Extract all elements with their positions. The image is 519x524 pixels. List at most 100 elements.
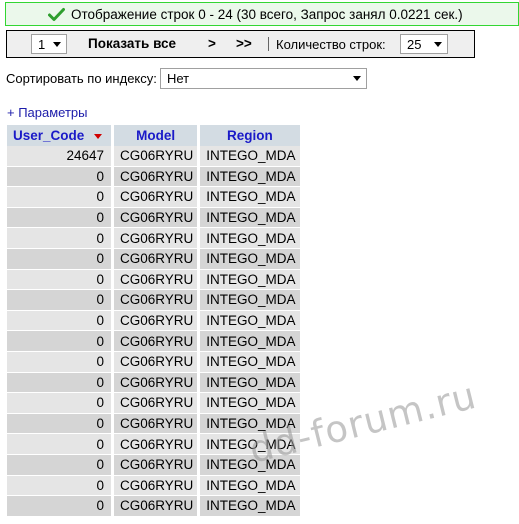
row-count-value: 25: [407, 36, 422, 52]
last-page-button[interactable]: >>: [236, 36, 252, 51]
table-row[interactable]: 0 CG06RYRU INTEGO_MDA: [7, 248, 300, 270]
column-header-region[interactable]: Region: [200, 125, 300, 146]
table-row[interactable]: 0 CG06RYRU INTEGO_MDA: [7, 290, 300, 311]
cell-model: CG06RYRU: [114, 290, 201, 311]
cell-model: CG06RYRU: [114, 413, 201, 435]
cell-user-code: 0: [7, 393, 114, 414]
status-message: Отображение строк 0 - 24 (30 всего, Запр…: [71, 6, 463, 22]
cell-region: INTEGO_MDA: [200, 310, 300, 332]
cell-model: CG06RYRU: [114, 248, 201, 270]
results-table: User_Code Model Region 24647 CG06RYRU INTE…: [7, 125, 300, 517]
table-row[interactable]: 0 CG06RYRU INTEGO_MDA: [7, 413, 300, 435]
parameters-link[interactable]: + Параметры: [7, 105, 88, 120]
cell-model: CG06RYRU: [114, 228, 201, 249]
cell-model: CG06RYRU: [114, 331, 201, 352]
cell-region: INTEGO_MDA: [200, 413, 300, 435]
cell-region: INTEGO_MDA: [200, 290, 300, 311]
cell-user-code: 0: [7, 310, 114, 332]
status-bar: Отображение строк 0 - 24 (30 всего, Запр…: [5, 2, 519, 26]
cell-user-code: 0: [7, 331, 114, 352]
column-header-model[interactable]: Model: [114, 125, 201, 146]
navigation-bar: 1 Показать все > >> Количество строк: 25: [6, 30, 475, 58]
cell-user-code: 0: [7, 248, 114, 270]
cell-model: CG06RYRU: [114, 269, 201, 291]
cell-model: CG06RYRU: [114, 187, 201, 208]
row-count-select[interactable]: 25: [400, 34, 448, 54]
cell-user-code: 0: [7, 228, 114, 249]
cell-model: CG06RYRU: [114, 351, 201, 373]
table-row[interactable]: 0 CG06RYRU INTEGO_MDA: [7, 475, 300, 497]
cell-user-code: 0: [7, 475, 114, 497]
cell-user-code: 0: [7, 351, 114, 373]
sort-index-value: Нет: [167, 71, 190, 86]
table-row[interactable]: 0 CG06RYRU INTEGO_MDA: [7, 166, 300, 188]
cell-region: INTEGO_MDA: [200, 187, 300, 208]
cell-region: INTEGO_MDA: [200, 496, 300, 517]
cell-user-code: 0: [7, 290, 114, 311]
cell-region: INTEGO_MDA: [200, 351, 300, 373]
cell-user-code: 24647: [7, 146, 114, 167]
next-page-button[interactable]: >: [208, 36, 216, 51]
cell-region: INTEGO_MDA: [200, 454, 300, 476]
cell-region: INTEGO_MDA: [200, 166, 300, 188]
table-row[interactable]: 0 CG06RYRU INTEGO_MDA: [7, 310, 300, 332]
sort-desc-icon: [94, 133, 103, 139]
cell-model: CG06RYRU: [114, 310, 201, 332]
divider: [268, 37, 269, 51]
cell-region: INTEGO_MDA: [200, 207, 300, 229]
table-row[interactable]: 0 CG06RYRU INTEGO_MDA: [7, 496, 300, 517]
table-row[interactable]: 0 CG06RYRU INTEGO_MDA: [7, 269, 300, 291]
cell-region: INTEGO_MDA: [200, 434, 300, 455]
table-row[interactable]: 0 CG06RYRU INTEGO_MDA: [7, 434, 300, 455]
page-select-value: 1: [38, 36, 46, 52]
check-icon: [48, 8, 65, 21]
cell-model: CG06RYRU: [114, 393, 201, 414]
cell-user-code: 0: [7, 187, 114, 208]
cell-model: CG06RYRU: [114, 454, 201, 476]
cell-user-code: 0: [7, 372, 114, 394]
table-row[interactable]: 0 CG06RYRU INTEGO_MDA: [7, 454, 300, 476]
cell-region: INTEGO_MDA: [200, 269, 300, 291]
cell-user-code: 0: [7, 269, 114, 291]
chevron-down-icon: [53, 42, 61, 47]
page-select[interactable]: 1: [31, 34, 67, 54]
cell-user-code: 0: [7, 496, 114, 517]
table-row[interactable]: 0 CG06RYRU INTEGO_MDA: [7, 351, 300, 373]
cell-user-code: 0: [7, 413, 114, 435]
viewport: Отображение строк 0 - 24 (30 всего, Запр…: [0, 0, 519, 524]
table-row[interactable]: 0 CG06RYRU INTEGO_MDA: [7, 187, 300, 208]
table-row[interactable]: 0 CG06RYRU INTEGO_MDA: [7, 393, 300, 414]
table-row[interactable]: 0 CG06RYRU INTEGO_MDA: [7, 331, 300, 352]
cell-region: INTEGO_MDA: [200, 146, 300, 167]
table-row[interactable]: 0 CG06RYRU INTEGO_MDA: [7, 372, 300, 394]
cell-model: CG06RYRU: [114, 475, 201, 497]
cell-model: CG06RYRU: [114, 434, 201, 455]
column-header-label: User_Code: [13, 128, 85, 143]
cell-user-code: 0: [7, 434, 114, 455]
cell-region: INTEGO_MDA: [200, 475, 300, 497]
cell-region: INTEGO_MDA: [200, 248, 300, 270]
table-row[interactable]: 24647 CG06RYRU INTEGO_MDA: [7, 146, 300, 167]
column-header-user-code[interactable]: User_Code: [7, 125, 114, 146]
show-all-button[interactable]: Показать все: [88, 36, 176, 51]
table-row[interactable]: 0 CG06RYRU INTEGO_MDA: [7, 207, 300, 229]
chevron-down-icon: [434, 42, 442, 47]
cell-region: INTEGO_MDA: [200, 372, 300, 394]
table-body: 24647 CG06RYRU INTEGO_MDA 0 CG06RYRU INTEGO_M…: [7, 146, 300, 517]
cell-user-code: 0: [7, 166, 114, 188]
chevron-down-icon: [353, 76, 361, 81]
table-header-row: User_Code Model Region: [7, 125, 300, 146]
cell-region: INTEGO_MDA: [200, 331, 300, 352]
row-count-label: Количество строк:: [276, 37, 386, 52]
cell-model: CG06RYRU: [114, 146, 201, 167]
cell-model: CG06RYRU: [114, 496, 201, 517]
cell-model: CG06RYRU: [114, 207, 201, 229]
cell-model: CG06RYRU: [114, 372, 201, 394]
table-row[interactable]: 0 CG06RYRU INTEGO_MDA: [7, 228, 300, 249]
cell-region: INTEGO_MDA: [200, 228, 300, 249]
sort-index-select[interactable]: Нет: [160, 68, 367, 89]
cell-user-code: 0: [7, 207, 114, 229]
sort-label: Сортировать по индексу:: [6, 71, 157, 86]
cell-model: CG06RYRU: [114, 166, 201, 188]
cell-user-code: 0: [7, 454, 114, 476]
